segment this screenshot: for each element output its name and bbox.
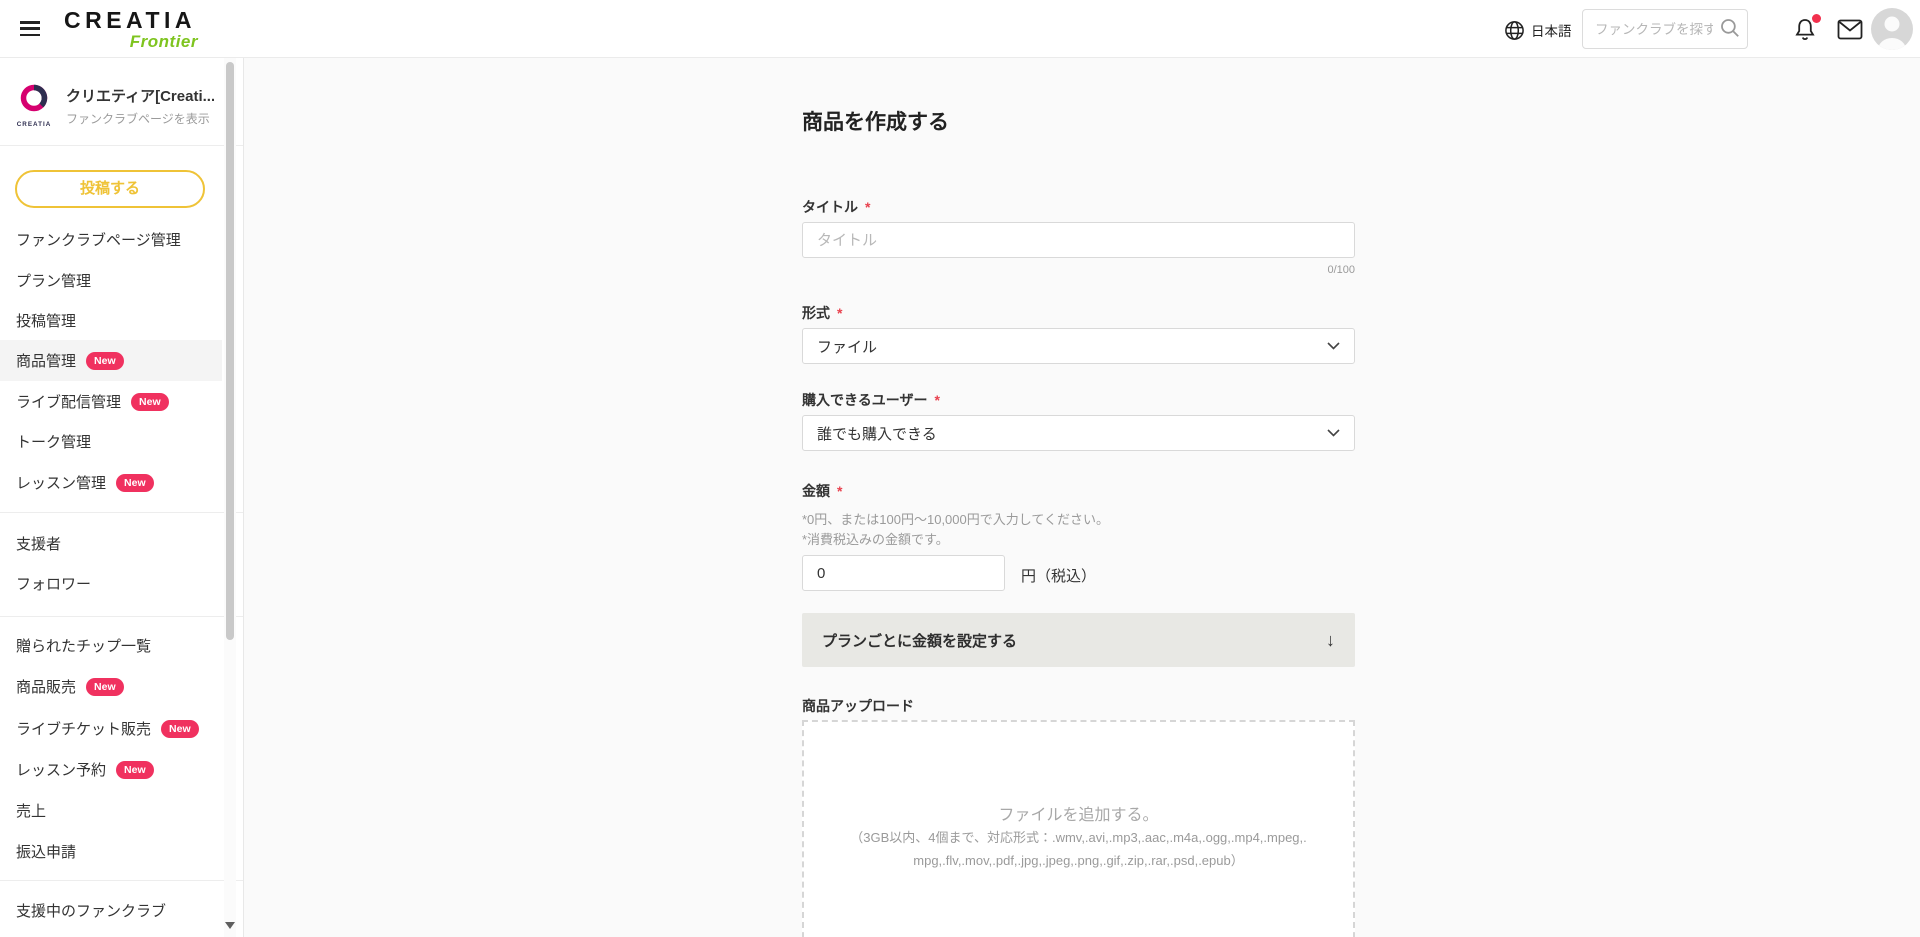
header: CREATIA Frontier 日本語 — [0, 0, 1920, 58]
sidebar-item-product-sales[interactable]: 商品販売 New — [0, 666, 222, 707]
upload-caption-line1: （3GB以内、4個まで、対応形式：.wmv,.avi,.mp3,.aac,.m4… — [850, 830, 1307, 845]
sidebar-item-label: レッスン予約 — [16, 762, 107, 779]
main-content: 商品を作成する タイトル* 0/100 形式* ファイル 購入できるユーザー* … — [244, 58, 1920, 937]
sidebar-item-lesson[interactable]: レッスン管理 New — [0, 462, 222, 503]
notifications-button[interactable] — [1793, 14, 1821, 43]
sidebar-item-live[interactable]: ライブ配信管理 New — [0, 381, 222, 422]
post-button[interactable]: 投稿する — [15, 170, 205, 208]
required-asterisk: * — [934, 392, 940, 408]
required-asterisk: * — [837, 305, 843, 321]
title-input[interactable] — [802, 222, 1355, 258]
page-title: 商品を作成する — [802, 111, 949, 134]
sidebar-item-post[interactable]: 投稿管理 — [0, 300, 222, 341]
globe-icon — [1505, 20, 1524, 40]
divider — [0, 880, 243, 881]
chevron-down-icon — [1327, 342, 1340, 350]
new-badge: New — [116, 760, 154, 779]
notification-dot — [1812, 14, 1821, 23]
sidebar-item-talk[interactable]: トーク管理 — [0, 421, 222, 462]
avatar[interactable] — [1871, 8, 1913, 50]
sidebar-item-supporters[interactable]: 支援者 — [0, 523, 222, 564]
price-note-2: *消費税込みの金額です。 — [802, 532, 949, 547]
format-select[interactable]: ファイル — [802, 328, 1355, 364]
price-note-1: *0円、または100円〜10,000円で入力してください。 — [802, 512, 1109, 527]
sidebar-item-label: ライブ配信管理 — [16, 394, 122, 411]
sidebar-item-tips[interactable]: 贈られたチップ一覧 — [0, 625, 222, 666]
title-label: タイトル * — [802, 199, 871, 215]
scrollbar-thumb[interactable] — [226, 62, 234, 640]
accordion-label: プランごとに金額を設定する — [822, 632, 1018, 650]
down-arrow-icon: ↓ — [1326, 629, 1335, 650]
required-asterisk: * — [837, 483, 843, 499]
sidebar-item-label: 売上 — [16, 803, 47, 820]
plan-price-accordion[interactable]: プランごとに金額を設定する ↓ — [802, 613, 1355, 667]
format-select-value: ファイル — [817, 338, 878, 356]
sidebar-item-label: 投稿管理 — [16, 313, 77, 330]
sidebar: CREATIA クリエティア[Creati... ファンクラブページを表示 投稿… — [0, 58, 244, 937]
search-icon[interactable] — [1720, 18, 1740, 38]
fanclub-profile[interactable]: CREATIA クリエティア[Creati... ファンクラブページを表示 — [0, 76, 222, 142]
sidebar-item-label: ファンクラブページ管理 — [16, 232, 181, 249]
sidebar-item-label: 贈られたチップ一覧 — [16, 638, 152, 655]
mail-icon — [1837, 19, 1863, 40]
buyer-select-value: 誰でも購入できる — [817, 425, 937, 443]
sidebar-item-transfer-request[interactable]: 振込申請 — [0, 831, 222, 872]
messages-button[interactable] — [1837, 19, 1863, 41]
sidebar-item-plan[interactable]: プラン管理 — [0, 260, 222, 301]
sidebar-item-label: 商品販売 — [16, 679, 77, 696]
language-label: 日本語 — [1531, 24, 1572, 39]
fanclub-logo: CREATIA — [17, 84, 52, 128]
new-badge: New — [116, 473, 154, 492]
avatar-person-icon — [1878, 16, 1906, 50]
sidebar-item-label: 支援中のファンクラブ — [16, 903, 167, 920]
sidebar-item-followers[interactable]: フォロワー — [0, 563, 222, 604]
sidebar-item-fanclub-page[interactable]: ファンクラブページ管理 — [0, 219, 222, 260]
app-logo[interactable]: CREATIA Frontier — [64, 8, 198, 50]
divider — [0, 145, 243, 146]
format-label: 形式 * — [802, 305, 843, 321]
price-unit: 円（税込） — [1021, 568, 1097, 585]
view-fanclub-page-link[interactable]: ファンクラブページを表示 — [66, 110, 210, 127]
divider — [0, 616, 243, 617]
language-selector[interactable]: 日本語 — [1504, 18, 1572, 42]
required-asterisk: * — [865, 199, 871, 215]
sidebar-item-supporting-fanclubs[interactable]: 支援中のファンクラブ — [0, 890, 222, 931]
sidebar-item-label: 商品管理 — [16, 353, 77, 370]
sidebar-item-label: トーク管理 — [16, 434, 92, 451]
sidebar-item-sales[interactable]: 売上 — [0, 790, 222, 831]
page: CREATIA Frontier 日本語 ファンクラブを探す CREATIA ク… — [0, 0, 1920, 937]
price-label: 金額 * — [802, 483, 843, 499]
sidebar-item-lesson-booking[interactable]: レッスン予約 New — [0, 749, 222, 790]
sidebar-item-label: レッスン管理 — [16, 475, 107, 492]
upload-label: 商品アップロード — [802, 698, 914, 714]
new-badge: New — [131, 392, 169, 411]
upload-caption-line2: mpg,.flv,.mov,.pdf,.jpg,.jpeg,.png,.gif,… — [913, 853, 1244, 868]
scroll-down-arrow-icon[interactable] — [225, 922, 235, 929]
char-counter: 0/100 — [1327, 264, 1355, 276]
sidebar-item-product[interactable]: 商品管理 New — [0, 340, 222, 381]
logo-sub-text: Frontier — [129, 32, 198, 51]
new-badge: New — [161, 719, 199, 738]
divider — [0, 512, 243, 513]
svg-text:CREATIA: CREATIA — [17, 121, 52, 128]
sidebar-item-label: ライブチケット販売 — [16, 721, 152, 738]
fanclub-name: クリエティア[Creati... — [66, 88, 214, 105]
file-upload-dropzone[interactable]: ファイルを追加する。 （3GB以内、4個まで、対応形式：.wmv,.avi,.m… — [802, 720, 1355, 937]
upload-main-text: ファイルを追加する。 — [998, 807, 1159, 824]
sidebar-item-label: フォロワー — [16, 576, 92, 593]
new-badge: New — [86, 351, 124, 370]
sidebar-item-live-ticket-sales[interactable]: ライブチケット販売 New — [0, 708, 222, 749]
sidebar-item-label: 振込申請 — [16, 844, 77, 861]
hamburger-menu-icon[interactable] — [20, 21, 40, 37]
search-box — [1582, 9, 1748, 49]
sidebar-item-label: 支援者 — [16, 536, 62, 553]
price-input[interactable] — [802, 555, 1005, 591]
new-badge: New — [86, 677, 124, 696]
sidebar-scrollbar — [224, 58, 236, 937]
buyer-select[interactable]: 誰でも購入できる — [802, 415, 1355, 451]
sidebar-item-label: プラン管理 — [16, 273, 92, 290]
chevron-down-icon — [1327, 429, 1340, 437]
logo-brand-text: CREATIA — [64, 7, 197, 33]
buyer-label: 購入できるユーザー * — [802, 392, 940, 408]
